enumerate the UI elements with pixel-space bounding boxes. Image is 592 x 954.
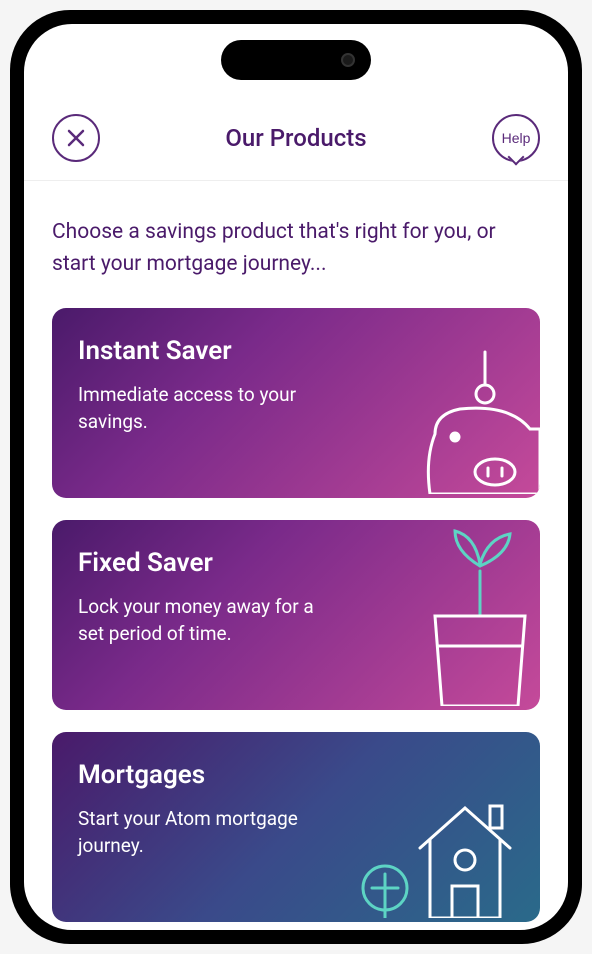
intro-text: Choose a savings product that's right fo… (24, 181, 568, 308)
product-cards: Instant Saver Immediate access to your s… (24, 308, 568, 922)
header: Our Products Help (24, 96, 568, 181)
help-label: Help (502, 130, 531, 146)
card-title: Instant Saver (78, 336, 514, 366)
phone-screen: Our Products Help Choose a savings produ… (24, 24, 568, 930)
phone-frame: Our Products Help Choose a savings produ… (10, 10, 582, 944)
help-button[interactable]: Help (492, 114, 540, 162)
card-description: Lock your money away for a set period of… (78, 594, 340, 647)
camera-icon (341, 53, 355, 67)
page-title: Our Products (225, 124, 366, 152)
card-instant-saver[interactable]: Instant Saver Immediate access to your s… (52, 308, 540, 498)
app-content: Our Products Help Choose a savings produ… (24, 24, 568, 930)
close-icon (66, 128, 86, 148)
piggy-bank-icon (380, 344, 540, 498)
house-icon (340, 778, 540, 922)
card-mortgages[interactable]: Mortgages Start your Atom mortgage journ… (52, 732, 540, 922)
card-title: Mortgages (78, 760, 514, 790)
card-fixed-saver[interactable]: Fixed Saver Lock your money away for a s… (52, 520, 540, 710)
card-title: Fixed Saver (78, 548, 514, 578)
device-notch (221, 40, 371, 80)
card-description: Start your Atom mortgage journey. (78, 806, 340, 859)
card-description: Immediate access to your savings. (78, 382, 340, 435)
close-button[interactable] (52, 114, 100, 162)
